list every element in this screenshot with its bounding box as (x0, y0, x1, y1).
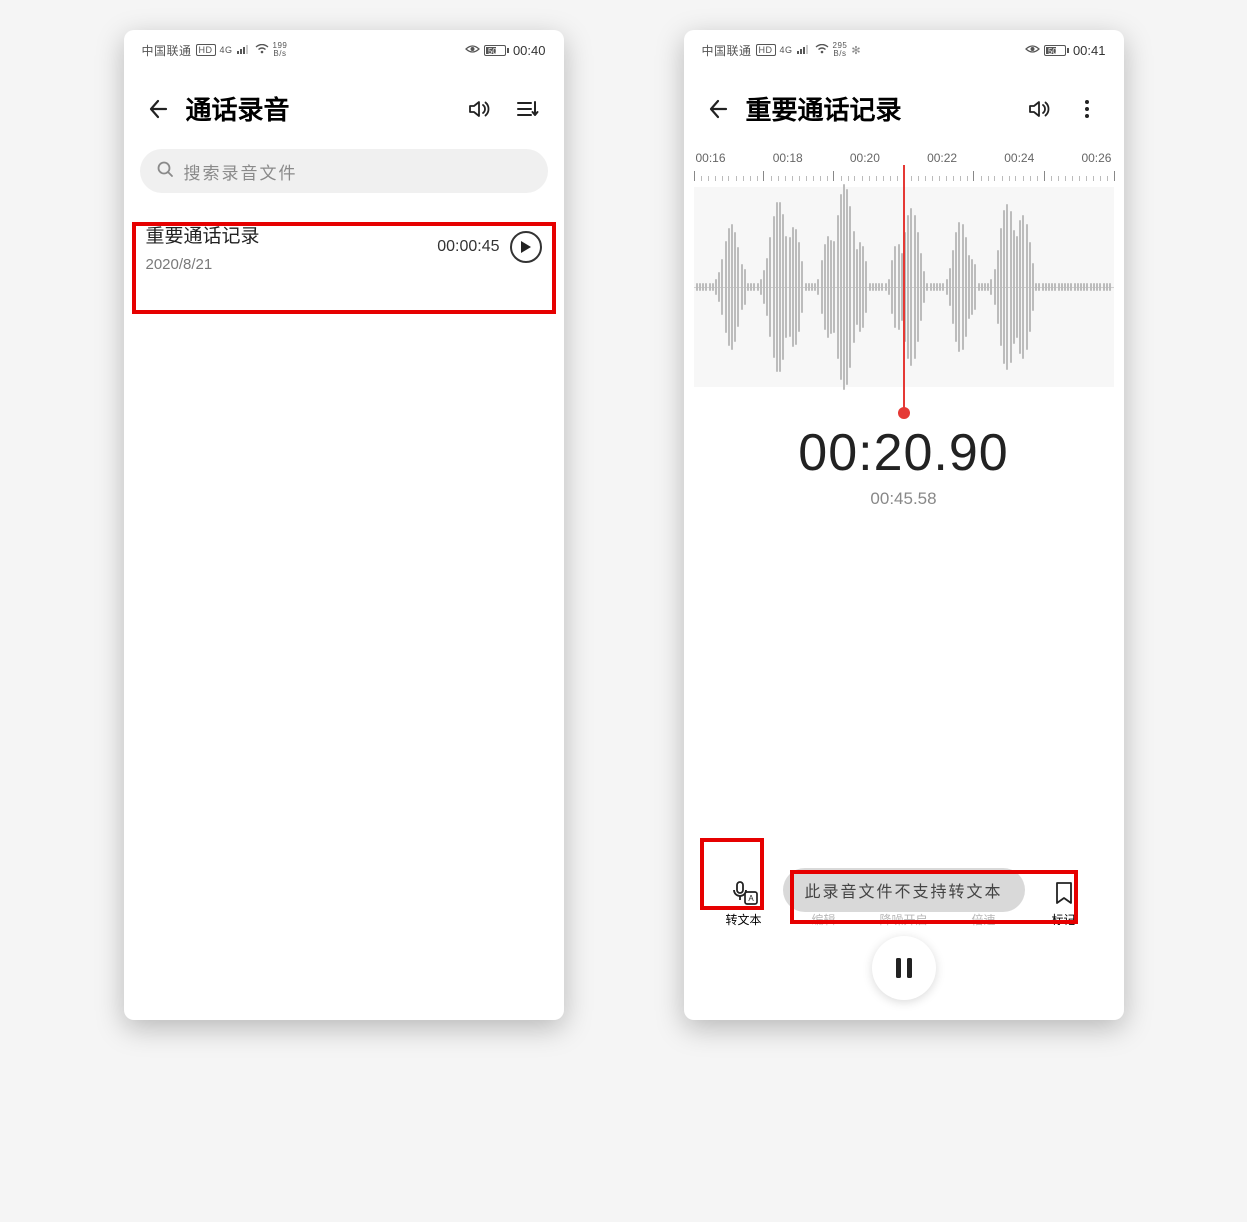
recording-duration: 00:00:45 (437, 238, 499, 256)
hd-badge: HD (196, 44, 216, 56)
speaker-button[interactable] (462, 92, 496, 126)
wifi-icon (815, 44, 829, 57)
mic-to-text-icon: A (726, 879, 762, 907)
tool-label: 编辑 (811, 911, 835, 928)
network-label: 4G (780, 45, 793, 55)
tool-label: 转文本 (725, 911, 761, 928)
network-label: 4G (220, 45, 233, 55)
recording-title: 重要通话记录 (146, 221, 438, 248)
eye-comfort-icon (1025, 43, 1040, 57)
back-button[interactable] (144, 95, 172, 123)
tool-label: 标记 (1051, 911, 1075, 928)
back-button[interactable] (704, 95, 732, 123)
svg-text:A: A (748, 894, 754, 903)
tool-label: 倍速 (971, 911, 995, 928)
recording-date: 2020/8/21 (146, 256, 438, 273)
battery-icon: 50 (484, 45, 509, 56)
more-menu-button[interactable] (1070, 92, 1104, 126)
titlebar: 通话录音 (124, 62, 564, 139)
waveform[interactable] (694, 187, 1114, 387)
page-title: 重要通话记录 (746, 90, 1008, 127)
hd-badge: HD (756, 44, 776, 56)
clock: 00:41 (1073, 43, 1106, 58)
net-speed: 199 B/s (273, 42, 288, 58)
timeline[interactable]: 00:16 00:18 00:20 00:22 00:24 00:26 (684, 139, 1124, 387)
page-title: 通话录音 (186, 90, 448, 127)
tool-to-text[interactable]: A 转文本 (713, 879, 775, 928)
speaker-button[interactable] (1022, 92, 1056, 126)
toast-message: 此录音文件不支持转文本 (782, 868, 1024, 912)
titlebar: 重要通话记录 (684, 62, 1124, 139)
status-bar: 中国联通 HD 4G 199 B/s 50 (124, 30, 564, 62)
wifi-icon (255, 44, 269, 57)
tool-label: 降噪开启 (879, 911, 927, 928)
right-screen: 中国联通 HD 4G 295 B/s ✻ 50 (684, 30, 1124, 1020)
total-time: 00:45.58 (684, 489, 1124, 509)
bookmark-icon (1046, 879, 1082, 907)
flower-icon: ✻ (851, 44, 861, 57)
clock: 00:40 (513, 43, 546, 58)
carrier-label: 中国联通 (142, 42, 192, 59)
left-screen: 中国联通 HD 4G 199 B/s 50 (124, 30, 564, 1020)
recording-item[interactable]: 重要通话记录 2020/8/21 00:00:45 (132, 207, 556, 291)
eye-comfort-icon (465, 43, 480, 57)
current-time: 00:20.90 (684, 423, 1124, 483)
sort-list-button[interactable] (510, 92, 544, 126)
tool-bookmark[interactable]: 标记 (1033, 879, 1095, 928)
search-placeholder: 搜索录音文件 (184, 159, 298, 184)
signal-bars-icon (797, 44, 811, 57)
search-input[interactable]: 搜索录音文件 (140, 149, 548, 193)
timeline-labels: 00:16 00:18 00:20 00:22 00:24 00:26 (694, 151, 1114, 165)
carrier-label: 中国联通 (702, 42, 752, 59)
search-icon (156, 160, 174, 183)
pause-button[interactable] (872, 936, 936, 1000)
playhead-cursor[interactable] (903, 165, 905, 411)
status-bar: 中国联通 HD 4G 295 B/s ✻ 50 (684, 30, 1124, 62)
play-button[interactable] (510, 231, 542, 263)
signal-bars-icon (237, 44, 251, 57)
battery-icon: 50 (1044, 45, 1069, 56)
net-speed: 295 B/s (833, 42, 848, 58)
